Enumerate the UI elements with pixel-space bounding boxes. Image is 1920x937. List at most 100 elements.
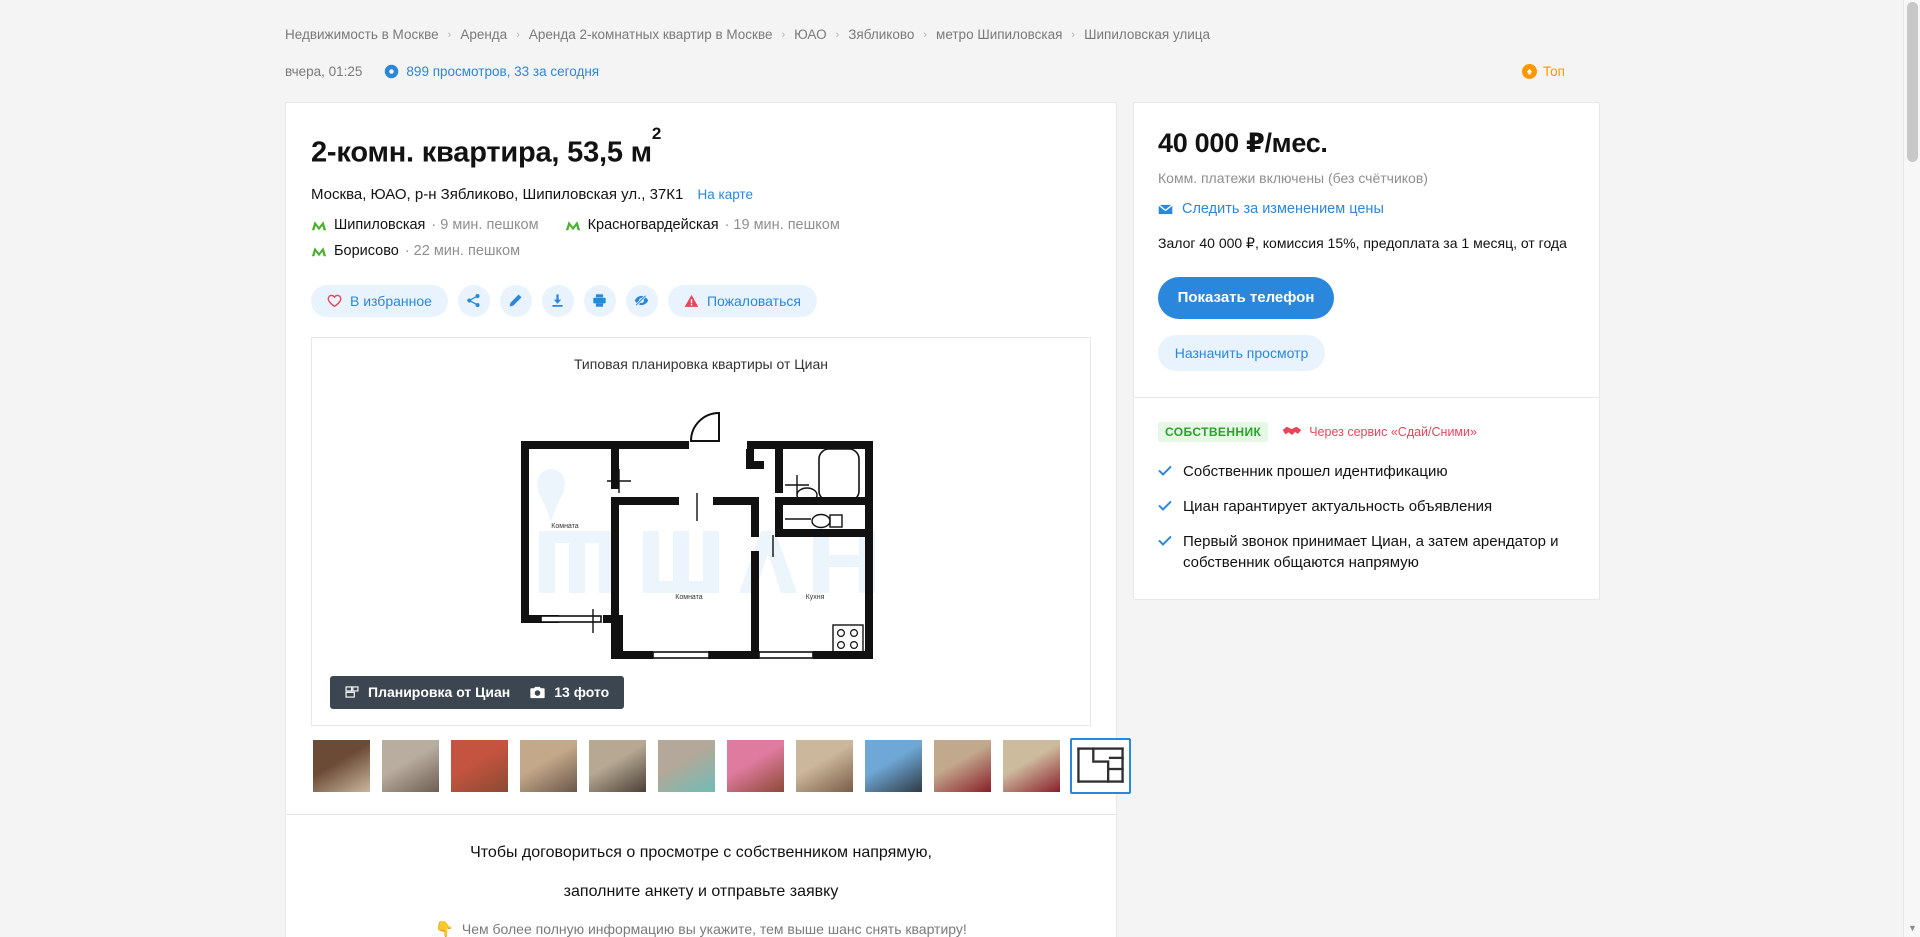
- floorplan-label-kitchen: Кухня: [806, 594, 825, 601]
- thumbnail-2[interactable]: [449, 738, 510, 794]
- metro-item-shipilovskaya[interactable]: Шипиловская · 9 мин. пешком: [311, 216, 539, 235]
- living-room: [382, 739, 439, 792]
- deposit-terms: Залог 40 000 ₽, комиссия 15%, предоплата…: [1158, 234, 1567, 251]
- share-button[interactable]: [457, 284, 490, 317]
- hallway-pink: [451, 739, 508, 792]
- floorplan-thumb: [1072, 739, 1129, 792]
- pencil-icon: [508, 293, 523, 308]
- thumbnail-3[interactable]: [518, 738, 579, 794]
- viewing-request-line-2: заполните анкету и отправьте заявку: [563, 882, 839, 900]
- thumbnail-8[interactable]: [863, 738, 924, 794]
- eye-off-icon: [634, 293, 649, 308]
- thumbnail-4[interactable]: [587, 738, 648, 794]
- thumbnail-11-floorplan[interactable]: [1070, 737, 1131, 794]
- thumbnail-6[interactable]: [725, 738, 786, 794]
- status-badge: Топ: [1521, 63, 1565, 79]
- metro-row: Борисово · 22 мин. пешком: [311, 242, 1091, 261]
- check-icon: [1158, 465, 1172, 479]
- bedroom-door: [934, 739, 991, 792]
- sidebar: 40 000 ₽/мес. Комм. платежи включены (бе…: [1133, 102, 1600, 600]
- scroll-down-arrow-icon[interactable]: ▼: [1904, 920, 1920, 937]
- breadcrumb-item-1[interactable]: Аренда: [460, 26, 507, 44]
- price-value: 40 000 ₽/мес.: [1158, 128, 1328, 158]
- metro-logo-icon: [311, 219, 327, 232]
- hide-offer-button[interactable]: [625, 284, 658, 317]
- viewing-request-hint-text: Чем более полную информацию вы укажите, …: [461, 920, 967, 937]
- breadcrumb-item-4[interactable]: Зябликово: [848, 26, 914, 44]
- thumbnail-strip: [311, 737, 1131, 814]
- check-icon: [1158, 535, 1172, 549]
- breadcrumb-separator-icon: ›: [1071, 29, 1076, 41]
- bathroom: [658, 739, 715, 792]
- show-phone-button[interactable]: Показать телефон: [1158, 276, 1334, 319]
- content-wrapper: Недвижимость в Москве › Аренда › Аренда …: [285, 0, 1615, 937]
- metro-row: Шипиловская · 9 мин. пешком Красногварде…: [311, 216, 1091, 235]
- metro-logo-icon: [565, 219, 581, 232]
- thumbnail-10[interactable]: [1001, 738, 1062, 794]
- owner-guarantees-card: СОБСТВЕННИК Через сервис «Сдай/Сними» Со…: [1133, 397, 1600, 600]
- metro-logo-icon: [311, 245, 327, 258]
- service-label: Через сервис «Сдай/Сними»: [1282, 425, 1477, 439]
- bedroom-bed: [1003, 739, 1060, 792]
- guarantee-text: Первый звонок принимает Циан, а затем ар…: [1183, 532, 1559, 571]
- watch-price-link[interactable]: Следить за изменением цены: [1158, 201, 1384, 217]
- scrollbar-thumb[interactable]: [1907, 2, 1918, 162]
- publish-date: вчера, 01:25: [285, 63, 363, 79]
- eye-icon: [384, 64, 399, 79]
- offer-header: 2-комн. квартира, 53,5 м2 Москва, ЮАО, р…: [286, 103, 1116, 323]
- page-scrollbar[interactable]: ▲ ▼: [1903, 0, 1920, 937]
- thumbnail-9[interactable]: [932, 738, 993, 794]
- photos-badge-button[interactable]: 13 фото: [530, 684, 609, 700]
- pointing-hand-icon: 👇: [435, 920, 454, 937]
- address-text: Москва, ЮАО, р-н Зябликово, Шипиловская …: [311, 185, 684, 203]
- page-root: ▲ ▼ Недвижимость в Москве › Аренда › Аре…: [0, 0, 1920, 937]
- add-to-favorites-button[interactable]: В избранное: [311, 284, 448, 317]
- views-counter[interactable]: 899 просмотров, 33 за сегодня: [384, 64, 599, 79]
- corridor-pink: [727, 739, 784, 792]
- metro-list: Шипиловская · 9 мин. пешком Красногварде…: [311, 216, 1091, 261]
- floorplan-stage: Комната Комната Кухня: [312, 378, 1090, 725]
- print-button[interactable]: [583, 284, 616, 317]
- breadcrumb-item-2[interactable]: Аренда 2-комнатных квартир в Москве: [529, 26, 773, 44]
- metro-item-krasnogvardeyskaya[interactable]: Красногвардейская · 19 мин. пешком: [565, 216, 840, 235]
- breadcrumb-item-6[interactable]: Шипиловская улица: [1084, 26, 1210, 44]
- plan-badge-label: Планировка от Циан: [368, 684, 511, 701]
- heart-icon: [327, 294, 342, 308]
- viewing-request-block: Чтобы договориться о просмотре с собстве…: [286, 813, 1116, 937]
- main-offer-card: 2-комн. квартира, 53,5 м2 Москва, ЮАО, р…: [285, 102, 1131, 937]
- breadcrumb-item-5[interactable]: метро Шипиловская: [936, 26, 1062, 44]
- metro-item-borisovo[interactable]: Борисово · 22 мин. пешком: [311, 242, 520, 261]
- window-view: [865, 739, 922, 792]
- book-viewing-button[interactable]: Назначить просмотр: [1158, 334, 1325, 371]
- columns: 2-комн. квартира, 53,5 м2 Москва, ЮАО, р…: [285, 102, 1615, 937]
- thumbnail-1[interactable]: [380, 738, 441, 794]
- warning-triangle-icon: [684, 294, 699, 308]
- breadcrumb-item-3[interactable]: ЮАО: [794, 26, 826, 44]
- breadcrumb-separator-icon: ›: [835, 29, 840, 41]
- thumbnail-5[interactable]: [656, 738, 717, 794]
- guarantee-text: Собственник прошел идентификацию: [1183, 462, 1448, 480]
- thumbnail-7[interactable]: [794, 738, 855, 794]
- download-button[interactable]: [541, 284, 574, 317]
- guarantee-text: Циан гарантирует актуальность объявления: [1183, 497, 1493, 515]
- share-icon: [466, 293, 481, 308]
- report-offer-button[interactable]: Пожаловаться: [667, 284, 817, 317]
- gallery-viewer[interactable]: Типовая планировка квартиры от Циан Комн…: [311, 336, 1091, 726]
- metro-name: Борисово: [334, 242, 399, 259]
- guarantee-item: Первый звонок принимает Циан, а затем ар…: [1158, 531, 1575, 573]
- breadcrumb-item-0[interactable]: Недвижимость в Москве: [285, 26, 439, 44]
- thumbnail-0[interactable]: [311, 738, 372, 794]
- floorplan-label-room1: Комната: [551, 523, 579, 530]
- printer-icon: [592, 293, 607, 308]
- page-title: 2-комн. квартира, 53,5 м2: [311, 124, 1091, 170]
- edit-button[interactable]: [499, 284, 532, 317]
- title-superscript: 2: [651, 124, 662, 144]
- download-icon: [550, 293, 565, 308]
- report-offer-label: Пожаловаться: [706, 292, 801, 309]
- photos-badge-label: 13 фото: [554, 684, 610, 701]
- metro-name: Шипиловская: [334, 216, 426, 233]
- show-on-map-link[interactable]: На карте: [698, 187, 753, 202]
- metro-walk-time: · 22 мин. пешком: [404, 242, 521, 259]
- plan-badge-button[interactable]: Планировка от Циан: [345, 684, 510, 700]
- kitchen-cabinets: [589, 739, 646, 792]
